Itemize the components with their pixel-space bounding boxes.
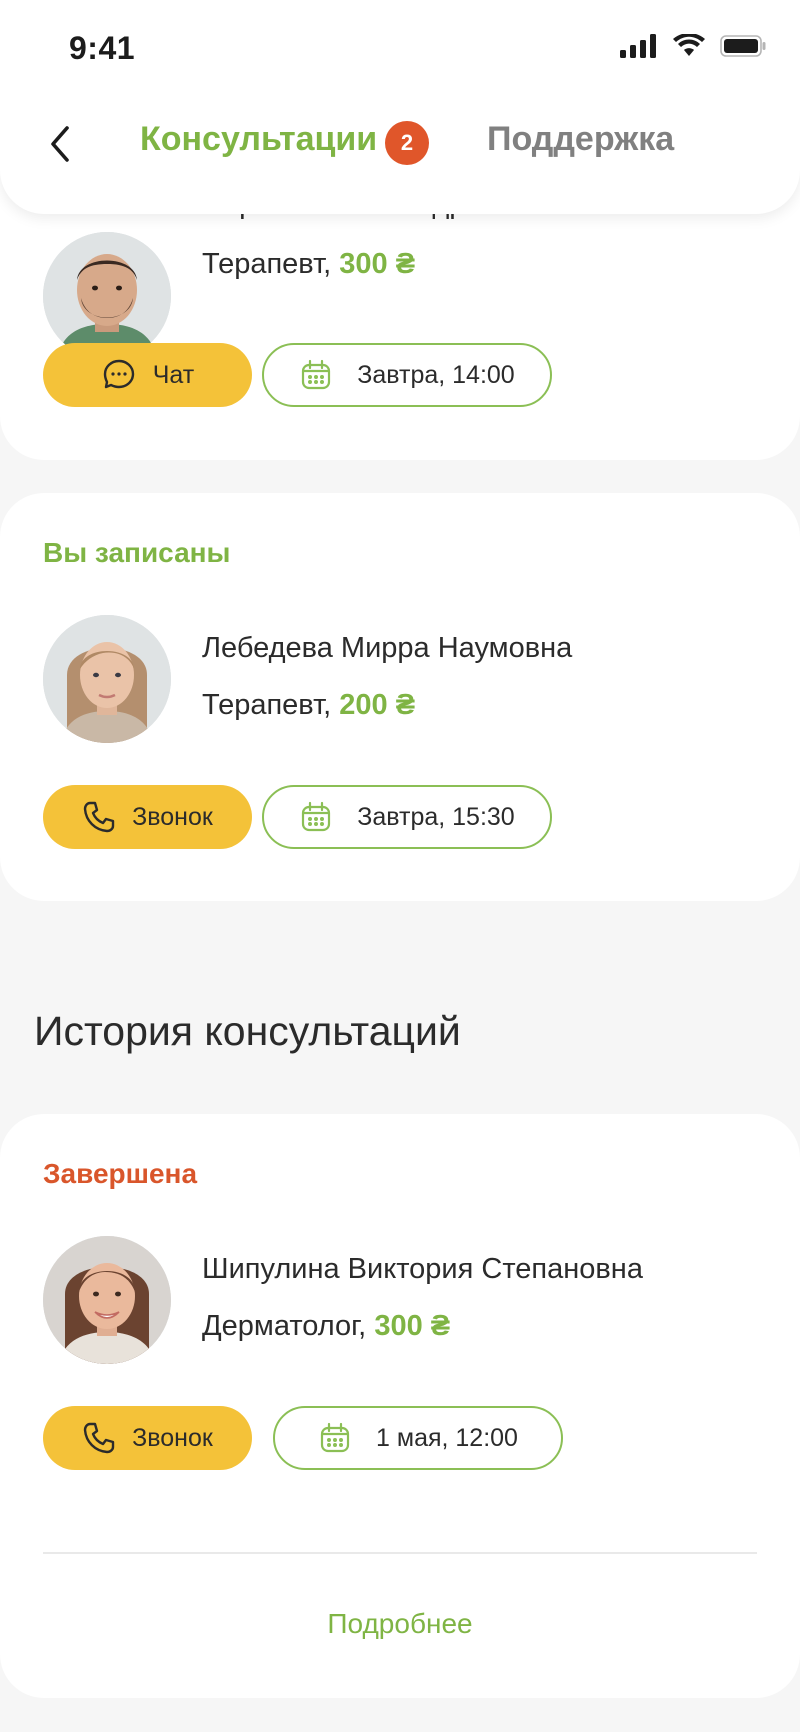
date-label: Завтра, 15:30 <box>357 802 515 831</box>
signal-icon <box>620 34 658 58</box>
calendar-icon <box>299 358 333 392</box>
calendar-icon <box>318 1421 352 1455</box>
consultation-price: 300 ₴ <box>374 1310 451 1342</box>
call-label: Звонок <box>132 1423 213 1452</box>
notification-badge: 2 <box>385 121 429 165</box>
tab-support[interactable]: Поддержка <box>487 120 674 159</box>
doctor-specialty: Терапевт, 200 ₴ <box>202 689 416 721</box>
tab-consultations[interactable]: Консультации <box>140 120 377 159</box>
date-button[interactable]: Завтра, 15:30 <box>262 785 552 849</box>
app-header: 9:41 Консультации 2 Поддержка <box>0 0 800 214</box>
phone-icon <box>82 1421 116 1455</box>
date-label: 1 мая, 12:00 <box>376 1423 518 1452</box>
consultation-card: Вы записаны Лебедева Мирра Наумовна Тера… <box>0 493 800 901</box>
call-label: Звонок <box>132 802 213 831</box>
consultation-price: 300 ₴ <box>339 248 416 280</box>
history-title: История консультаций <box>34 1008 461 1054</box>
date-label: Завтра, 14:00 <box>357 360 515 389</box>
date-button[interactable]: Завтра, 14:00 <box>262 343 552 407</box>
phone-icon <box>82 800 116 834</box>
consultation-price: 200 ₴ <box>339 689 416 721</box>
more-details-link[interactable]: Подробнее <box>0 1608 800 1640</box>
doctor-specialty: Дерматолог, 300 ₴ <box>202 1310 451 1342</box>
call-button[interactable]: Звонок <box>43 1406 252 1470</box>
wifi-icon <box>672 34 706 58</box>
chat-button[interactable]: Чат <box>43 343 252 407</box>
call-button[interactable]: Звонок <box>43 785 252 849</box>
doctor-avatar <box>43 1236 171 1364</box>
history-card: Завершена Шипулина Виктория Степановна Д… <box>0 1114 800 1698</box>
chevron-left-icon <box>48 124 72 164</box>
card-divider <box>43 1552 757 1554</box>
status-time: 9:41 <box>69 30 136 66</box>
doctor-specialty: Терапевт, 300 ₴ <box>202 248 416 280</box>
status-label: Завершена <box>43 1158 198 1189</box>
doctor-name: Шипулина Виктория Степановна <box>202 1253 643 1285</box>
chat-label: Чат <box>152 360 195 389</box>
consultations-screen: Сергеев Иван Андреевич Терапевт, 300 ₴ <box>0 0 800 1732</box>
doctor-avatar <box>43 615 171 743</box>
status-label: Вы записаны <box>43 537 231 568</box>
doctor-name: Лебедева Мирра Наумовна <box>202 632 573 664</box>
battery-icon <box>720 35 766 57</box>
chat-icon <box>101 357 137 393</box>
date-button[interactable]: 1 мая, 12:00 <box>273 1406 563 1470</box>
doctor-avatar <box>43 232 171 360</box>
calendar-icon <box>299 800 333 834</box>
back-button[interactable] <box>36 116 84 172</box>
status-icons <box>620 34 766 58</box>
